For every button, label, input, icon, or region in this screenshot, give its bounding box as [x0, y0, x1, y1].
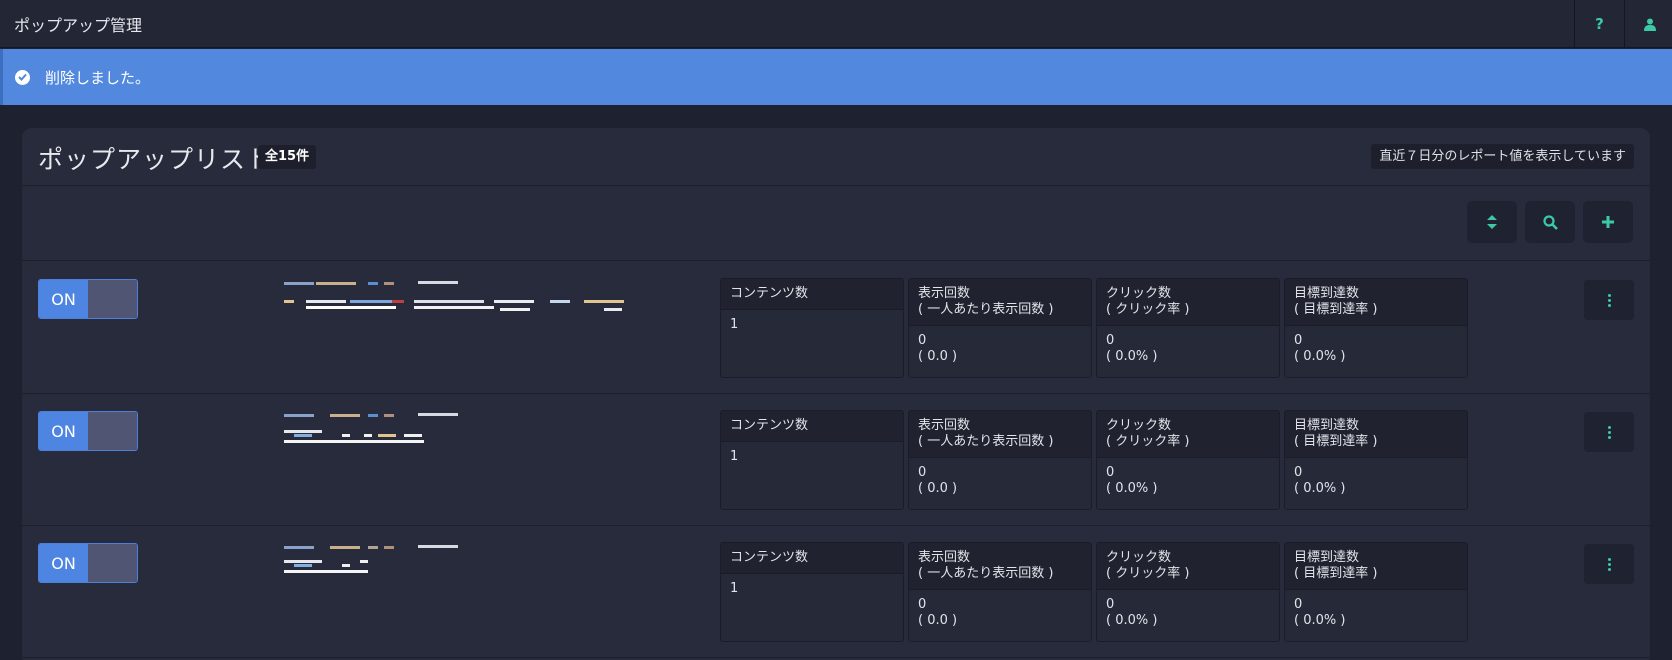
metric-subvalue: ( 0.0 ) [918, 349, 958, 364]
alert-message: 削除しました。 [45, 68, 151, 87]
metric-goals: 目標到達数( 目標到達率 ) 0( 0.0% ) [1284, 410, 1468, 510]
metric-sublabel: ( 目標到達率 ) [1294, 566, 1378, 581]
metric-sublabel: ( クリック率 ) [1106, 434, 1190, 449]
metric-subvalue: ( 0.0% ) [1294, 613, 1346, 628]
metric-subvalue: ( 0.0% ) [1294, 481, 1346, 496]
metric-sublabel: ( 一人あたり表示回数 ) [918, 434, 1054, 449]
question-icon: ? [1595, 15, 1604, 33]
sort-icon [1487, 215, 1497, 229]
add-popup-button[interactable] [1583, 201, 1633, 243]
toggle-knob [88, 544, 137, 582]
sort-button[interactable] [1467, 201, 1517, 243]
status-toggle[interactable]: ON [38, 279, 138, 319]
status-toggle[interactable]: ON [38, 411, 138, 451]
metric-contents-count: コンテンツ数 1 [720, 278, 904, 378]
metric-subvalue: ( 0.0% ) [1106, 613, 1158, 628]
metric-label: クリック数 [1106, 550, 1172, 565]
metric-value: 0 [1106, 597, 1115, 612]
metric-subvalue: ( 0.0% ) [1106, 481, 1158, 496]
metric-contents-count: コンテンツ数 1 [720, 410, 904, 510]
metric-label: クリック数 [1106, 286, 1172, 301]
popup-preview-thumbnail[interactable] [284, 278, 654, 338]
metric-value: 1 [730, 317, 739, 332]
row-menu-button[interactable] [1584, 280, 1634, 320]
toggle-knob [88, 412, 137, 450]
popup-preview-thumbnail[interactable] [284, 542, 654, 602]
metric-value: 0 [1294, 465, 1303, 480]
status-toggle[interactable]: ON [38, 543, 138, 583]
check-circle-icon [15, 69, 30, 85]
metric-value: 1 [730, 449, 739, 464]
metric-label: コンテンツ数 [721, 543, 903, 574]
toggle-knob [88, 280, 137, 318]
more-vertical-icon [1607, 293, 1611, 297]
top-bar: ポップアップ管理 ? [0, 0, 1672, 48]
metric-clicks: クリック数( クリック率 ) 0( 0.0% ) [1096, 542, 1280, 642]
metric-goals: 目標到達数( 目標到達率 ) 0( 0.0% ) [1284, 542, 1468, 642]
metric-label: コンテンツ数 [721, 411, 903, 442]
search-button[interactable] [1525, 201, 1575, 243]
row-menu-button[interactable] [1584, 412, 1634, 452]
popup-row: ON コンテンツ数 1 表示回数( 一人あたり表示回数 ) 0( 0.0 ) ク… [22, 394, 1650, 526]
metric-value: 0 [1294, 597, 1303, 612]
popup-preview-thumbnail[interactable] [284, 410, 654, 470]
metric-value: 0 [918, 465, 927, 480]
popup-list-panel: ポップアップリスト 全15件 直近７日分のレポート値を表示しています ON コン… [22, 128, 1650, 660]
metric-label: 目標到達数 [1294, 550, 1360, 565]
metric-subvalue: ( 0.0% ) [1106, 349, 1158, 364]
metric-label: 目標到達数 [1294, 286, 1360, 301]
user-icon [1643, 18, 1656, 31]
metric-label: 表示回数 [918, 550, 971, 565]
metric-sublabel: ( クリック率 ) [1106, 302, 1190, 317]
popup-row: ON コンテンツ数 1 表示回数( 一人あたり表示回数 ) 0( 0.0 ) ク… [22, 526, 1650, 658]
metric-label: 目標到達数 [1294, 418, 1360, 433]
metric-value: 0 [918, 333, 927, 348]
metric-goals: 目標到達数( 目標到達率 ) 0( 0.0% ) [1284, 278, 1468, 378]
metric-sublabel: ( 目標到達率 ) [1294, 302, 1378, 317]
count-badge: 全15件 [258, 145, 317, 169]
more-vertical-icon [1607, 557, 1611, 561]
toolbar [22, 187, 1650, 261]
metric-subvalue: ( 0.0% ) [1294, 349, 1346, 364]
metric-value: 0 [1294, 333, 1303, 348]
success-alert: 削除しました。 [0, 49, 1672, 105]
help-button[interactable]: ? [1574, 0, 1624, 48]
more-vertical-icon [1607, 425, 1611, 429]
metric-label: コンテンツ数 [721, 279, 903, 310]
metric-views: 表示回数( 一人あたり表示回数 ) 0( 0.0 ) [908, 542, 1092, 642]
metric-contents-count: コンテンツ数 1 [720, 542, 904, 642]
metric-sublabel: ( 目標到達率 ) [1294, 434, 1378, 449]
toggle-on-label: ON [39, 412, 88, 450]
user-button[interactable] [1624, 0, 1672, 48]
metric-subvalue: ( 0.0 ) [918, 613, 958, 628]
metric-label: クリック数 [1106, 418, 1172, 433]
metric-clicks: クリック数( クリック率 ) 0( 0.0% ) [1096, 410, 1280, 510]
metric-value: 0 [918, 597, 927, 612]
panel-header: ポップアップリスト 全15件 直近７日分のレポート値を表示しています [22, 128, 1650, 186]
panel-title: ポップアップリスト [38, 145, 273, 174]
plus-icon [1602, 216, 1614, 228]
metric-sublabel: ( 一人あたり表示回数 ) [918, 302, 1054, 317]
metric-value: 0 [1106, 465, 1115, 480]
metric-label: 表示回数 [918, 418, 971, 433]
app-title: ポップアップ管理 [14, 15, 143, 35]
metric-value: 0 [1106, 333, 1115, 348]
metric-views: 表示回数( 一人あたり表示回数 ) 0( 0.0 ) [908, 278, 1092, 378]
metric-sublabel: ( 一人あたり表示回数 ) [918, 566, 1054, 581]
metric-views: 表示回数( 一人あたり表示回数 ) 0( 0.0 ) [908, 410, 1092, 510]
toggle-on-label: ON [39, 544, 88, 582]
toggle-on-label: ON [39, 280, 88, 318]
metric-clicks: クリック数( クリック率 ) 0( 0.0% ) [1096, 278, 1280, 378]
report-period-note: 直近７日分のレポート値を表示しています [1371, 144, 1634, 169]
search-icon [1542, 214, 1558, 230]
metric-label: 表示回数 [918, 286, 971, 301]
metric-value: 1 [730, 581, 739, 596]
metric-sublabel: ( クリック率 ) [1106, 566, 1190, 581]
popup-row: ON コンテンツ数 1 表示回数( 一人あたり表示回数 ) 0( 0.0 ) ク… [22, 262, 1650, 394]
row-menu-button[interactable] [1584, 544, 1634, 584]
metric-subvalue: ( 0.0 ) [918, 481, 958, 496]
